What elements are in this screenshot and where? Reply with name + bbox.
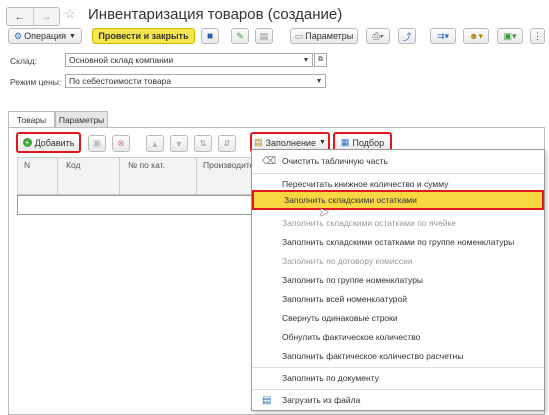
menu-item-fill-stock-by-group[interactable]: Заполнить складскими остатками по группе… [252,233,544,251]
column-header-catalog-number[interactable]: № по кат. [128,160,165,170]
warehouse-field[interactable]: Основной склад компании [65,53,301,67]
structure-icon[interactable]: ⤴ [398,28,416,44]
document-icon: ▭ [294,30,304,41]
selection-icon: ▦ [340,137,350,147]
menu-item-fill-stock[interactable]: Заполнить складскими остатками [252,190,544,210]
menu-separator [252,173,544,174]
window-title: Инвентаризация товаров (создание) [88,6,343,23]
table-row[interactable] [17,195,257,215]
menu-item-fill-by-group[interactable]: Заполнить по группе номенклатуры [252,271,544,289]
price-mode-field[interactable]: По себестоимости товара [65,74,314,88]
move-up-icon[interactable]: ▲ [146,135,164,152]
parameters-button[interactable]: ▭ Параметры [290,28,358,44]
unpost-document-icon[interactable]: ▤ [255,28,273,44]
open-link-icon[interactable]: ⧉ [314,53,327,67]
column-divider [196,157,197,195]
report-icon[interactable]: ▣▾ [497,28,523,44]
menu-item-fill-by-commission[interactable]: Заполнить по договору комиссии [252,252,544,270]
column-header-code[interactable]: Код [66,160,80,170]
operation-button[interactable]: ⚙ Операция ▼ [8,28,82,44]
menu-item-fill-stock-by-cell[interactable]: Заполнить складскими остатками по ячейке [252,214,544,232]
warehouse-label: Склад: [10,56,37,66]
forward-arrow-icon[interactable]: → [32,8,60,25]
chevron-down-icon[interactable]: ▼ [313,74,326,88]
chevron-down-icon: ▼ [69,32,76,40]
sort-descending-icon[interactable]: ⇵ [218,135,236,152]
menu-item-fill-actual-calculated[interactable]: Заполнить фактическое количество расчетн… [252,347,544,365]
column-header-manufacturer[interactable]: Производите [203,160,254,170]
fill-icon: ▤ [254,137,263,147]
fill-dropdown-menu: ⌫ Очистить табличную часть Пересчитать к… [251,149,545,411]
price-mode-label: Режим цены: [10,77,62,87]
clear-table-icon: ⌫ [262,155,277,167]
copy-icon[interactable]: ▣ [88,135,106,152]
sort-ascending-icon[interactable]: ⇅ [194,135,212,152]
menu-item-clear-table[interactable]: ⌫ Очистить табличную часть [252,152,544,170]
delete-icon[interactable]: ⊗ [112,135,130,152]
move-down-icon[interactable]: ▼ [170,135,188,152]
tab-goods[interactable]: Товары [8,111,55,128]
menu-item-fill-all[interactable]: Заполнить всей номенклатурой [252,290,544,308]
add-button[interactable]: + Добавить [16,132,81,153]
column-divider [119,157,120,195]
menu-separator [252,389,544,390]
create-based-on-icon[interactable]: ⇉▾ [430,28,456,44]
menu-item-collapse-rows[interactable]: Свернуть одинаковые строки [252,309,544,327]
chevron-down-icon[interactable]: ▼ [300,53,313,67]
tab-parameters[interactable]: Параметры [55,111,108,128]
print-icon[interactable]: ⎙▾ [366,28,390,44]
save-icon[interactable]: ■ [201,28,219,44]
chevron-down-icon: ▼ [318,139,326,146]
post-and-close-button[interactable]: Провести и закрыть [92,28,195,44]
column-header-n[interactable]: N [24,160,30,170]
operation-icon: ⚙ [14,30,23,41]
menu-separator [252,367,544,368]
post-document-icon[interactable]: ✎ [231,28,249,44]
menu-item-reset-actual[interactable]: Обнулить фактическое количество [252,328,544,346]
nav-buttons: ← → [6,7,60,26]
more-icon[interactable]: ⋮ [530,28,545,44]
menu-item-load-from-file[interactable]: ▤ Загрузить из файла [252,391,544,409]
users-icon[interactable]: ☻▾ [463,28,489,44]
menu-item-fill-by-document[interactable]: Заполнить по документу [252,369,544,387]
back-arrow-icon[interactable]: ← [7,8,33,25]
add-icon: + [22,138,32,147]
load-file-icon: ▤ [262,394,272,406]
favorite-star-icon[interactable]: ☆ [64,6,76,22]
column-divider [57,157,58,195]
